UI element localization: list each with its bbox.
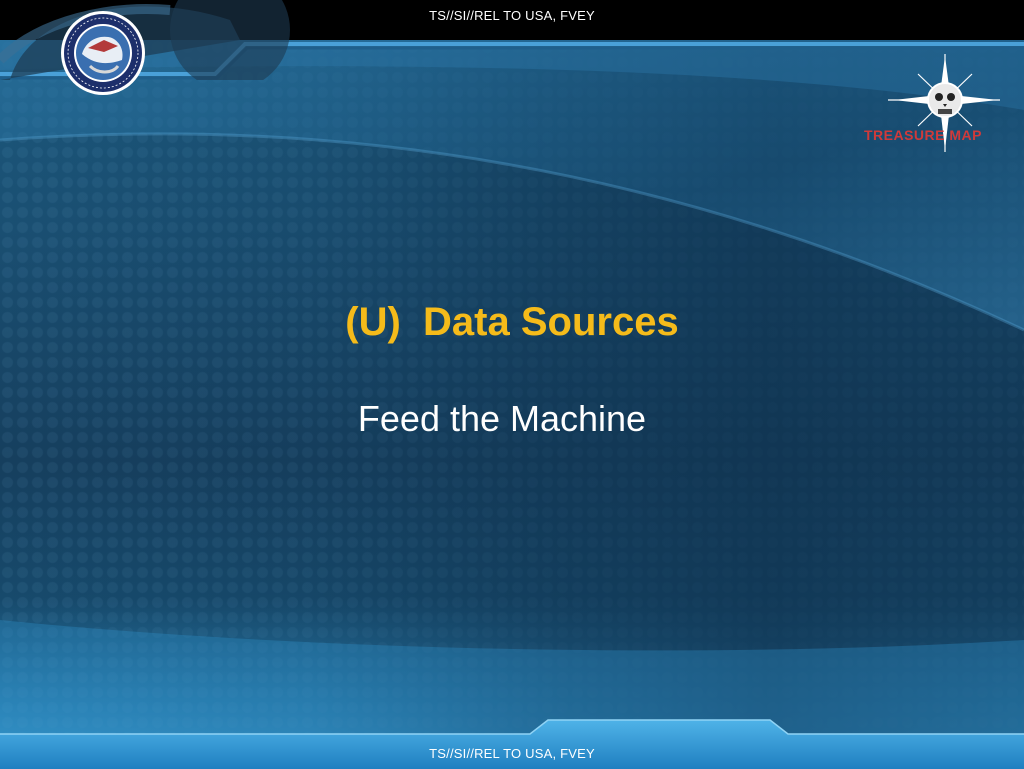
agency-seal-icon bbox=[61, 11, 145, 95]
classification-banner-top: TS//SI//REL TO USA, FVEY bbox=[429, 8, 595, 23]
slide-title: (U) Data Sources bbox=[345, 300, 679, 344]
slide: TS//SI//REL TO USA, FVEY TREASURE MAP (U… bbox=[0, 0, 1024, 769]
program-name-logo-text: TREASURE MAP bbox=[863, 127, 982, 143]
slide-subtitle: Feed the Machine bbox=[357, 398, 647, 439]
classification-banner-bottom: TS//SI//REL TO USA, FVEY bbox=[429, 746, 595, 761]
